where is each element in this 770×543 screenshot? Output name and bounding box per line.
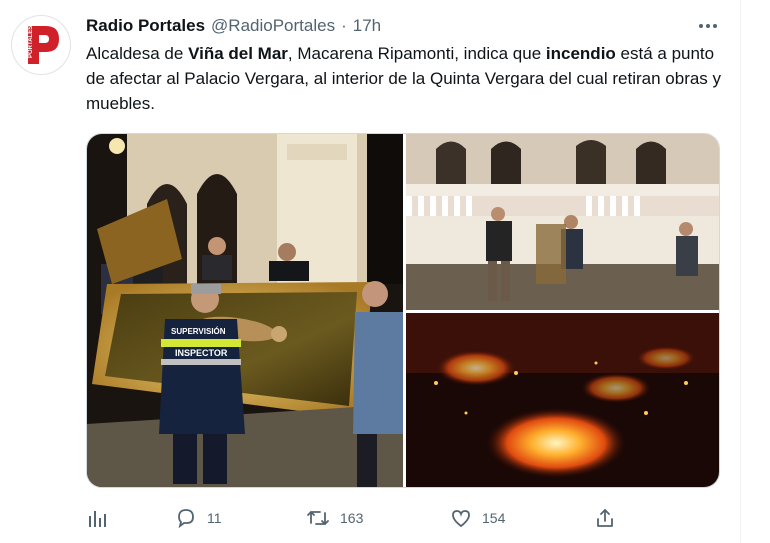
reply-icon: [178, 509, 194, 529]
reply-button[interactable]: 11: [175, 503, 222, 533]
tweet-text: Alcaldesa de Viña del Mar, Macarena Ripa…: [86, 41, 726, 116]
media-grid: SUPERVISIÓN INSPECTOR: [86, 133, 720, 488]
share-button[interactable]: [594, 503, 616, 533]
like-count: 154: [482, 510, 506, 526]
author-name[interactable]: Radio Portales: [86, 16, 205, 36]
retweet-icon: [307, 511, 329, 525]
tweet-time[interactable]: 17h: [353, 16, 381, 36]
analytics-button[interactable]: [86, 503, 108, 533]
photo-palace-facade[interactable]: [406, 134, 719, 310]
photo-fire-night[interactable]: [406, 313, 719, 487]
radio-portales-logo: PORTALES: [14, 18, 68, 72]
retweet-button[interactable]: 163: [306, 503, 363, 533]
retweet-count: 163: [340, 510, 364, 526]
tweet-actions: 11 163 154: [86, 503, 626, 533]
separator-dot: ·: [341, 16, 347, 35]
tweet-header: Radio Portales @RadioPortales · 17h: [86, 15, 381, 37]
like-button[interactable]: 154: [450, 503, 505, 533]
tweet-text-run: , Macarena Ripamonti, indica que: [287, 44, 546, 63]
tweet-text-bold: Viña del Mar: [188, 44, 288, 63]
share-icon: [597, 509, 613, 527]
svg-text:INSPECTOR: INSPECTOR: [175, 348, 228, 358]
more-dots-icon: [699, 24, 717, 28]
svg-text:SUPERVISIÓN: SUPERVISIÓN: [171, 327, 226, 336]
author-handle[interactable]: @RadioPortales: [211, 16, 335, 36]
photo-painting-rescue[interactable]: SUPERVISIÓN INSPECTOR: [87, 134, 403, 487]
avatar[interactable]: PORTALES: [11, 15, 71, 75]
more-options-button[interactable]: [694, 13, 722, 39]
bar-chart-icon: [89, 511, 106, 527]
reply-count: 11: [207, 510, 222, 526]
heart-icon: [452, 510, 470, 528]
timeline-divider: [740, 0, 741, 543]
tweet-text-bold: incendio: [545, 44, 616, 63]
svg-text:PORTALES: PORTALES: [28, 26, 34, 58]
tweet-text-run: Alcaldesa de: [86, 44, 189, 63]
